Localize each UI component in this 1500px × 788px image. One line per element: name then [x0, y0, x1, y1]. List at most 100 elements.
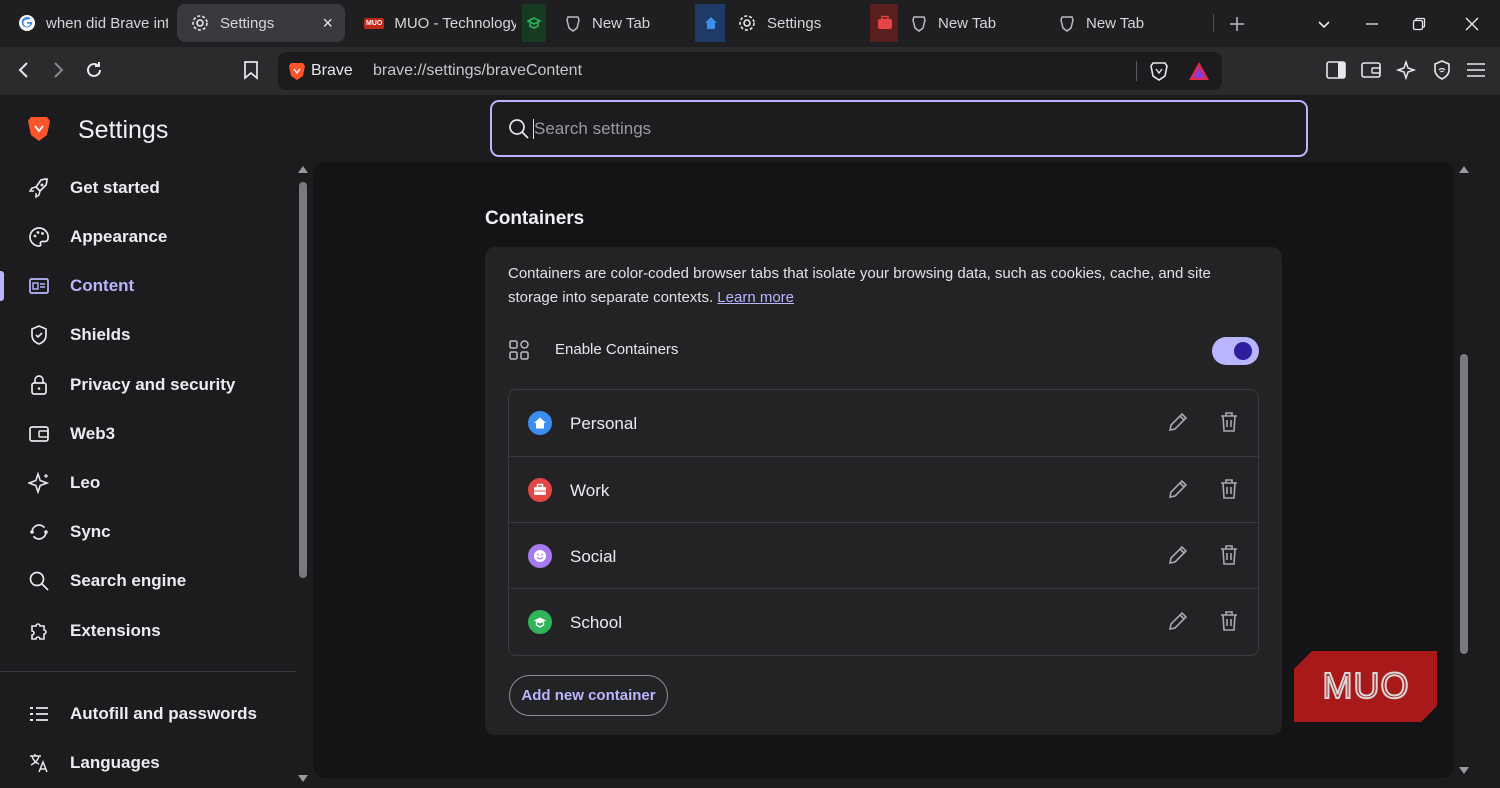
briefcase-icon	[528, 478, 552, 502]
forward-button[interactable]	[44, 56, 72, 84]
containers-list: Personal Work Social School	[508, 389, 1259, 656]
delete-trash-icon[interactable]	[1219, 478, 1239, 500]
leo-icon	[28, 472, 50, 494]
leo-icon	[1396, 60, 1416, 80]
main-scrollbar-thumb[interactable]	[1460, 354, 1468, 654]
scroll-down-arrow-icon[interactable]	[1459, 767, 1469, 774]
reload-button[interactable]	[80, 56, 108, 84]
sidebar-item-label: Autofill and passwords	[70, 704, 258, 723]
tab-muo[interactable]: MUO MUO - Technology	[356, 4, 516, 42]
bookmark-button[interactable]	[237, 56, 265, 84]
tab-new-tab-school[interactable]: New Tab	[522, 4, 690, 42]
section-title: Containers	[485, 208, 585, 229]
sidebar-toggle-button[interactable]	[1322, 56, 1350, 84]
sidebar-item-web3[interactable]: Web3	[0, 414, 296, 454]
sidebar-item-autofill-and-passwords[interactable]: Autofill and passwords	[0, 694, 296, 734]
sidebar-item-shields[interactable]: Shields	[0, 315, 296, 355]
home-icon	[528, 411, 552, 435]
hamburger-menu-icon	[1466, 62, 1486, 78]
sidebar-item-search-engine[interactable]: Search engine	[0, 561, 296, 601]
description-text: Containers are color-coded browser tabs …	[508, 265, 1211, 306]
sidebar-item-leo[interactable]: Leo	[0, 463, 296, 503]
vpn-button[interactable]	[1428, 56, 1456, 84]
delete-trash-icon[interactable]	[1219, 411, 1239, 433]
brave-shields-icon[interactable]	[1150, 61, 1168, 81]
tab-title: MUO - Technology	[394, 14, 516, 32]
tab-settings[interactable]: Settings ×	[177, 4, 345, 42]
container-row-work: Work	[509, 456, 1258, 522]
tab-title: New Tab	[938, 14, 997, 32]
tab-google-search[interactable]: when did Brave int	[8, 4, 168, 42]
address-separator	[1136, 61, 1137, 81]
site-label: Brave	[311, 62, 353, 79]
school-container-indicator	[522, 4, 546, 42]
edit-pencil-icon[interactable]	[1167, 411, 1189, 433]
puzzle-icon	[28, 620, 50, 642]
new-tab-button[interactable]	[1223, 10, 1251, 38]
wallet-button[interactable]	[1357, 56, 1385, 84]
wallet-icon	[1361, 61, 1381, 79]
url-text[interactable]: brave://settings/braveContent	[373, 62, 582, 80]
enable-containers-toggle[interactable]	[1212, 337, 1259, 365]
muo-icon: MUO	[364, 17, 385, 29]
brave-rewards-icon[interactable]	[1188, 61, 1210, 81]
brave-logo-icon	[288, 61, 306, 81]
work-container-indicator	[870, 4, 898, 42]
enable-containers-label: Enable Containers	[555, 341, 679, 358]
back-button[interactable]	[10, 56, 38, 84]
brave-icon	[910, 14, 928, 32]
address-bar[interactable]: Brave brave://settings/braveContent	[278, 52, 1222, 90]
sidebar-item-languages[interactable]: Languages	[0, 743, 296, 783]
edit-pencil-icon[interactable]	[1167, 478, 1189, 500]
sidebar-item-label: Leo	[70, 473, 101, 492]
scroll-down-arrow-icon[interactable]	[298, 775, 308, 782]
sidebar-item-extensions[interactable]: Extensions	[0, 611, 296, 651]
menu-button[interactable]	[1462, 56, 1490, 84]
tab-search-button[interactable]	[1310, 10, 1338, 38]
sidebar-item-privacy-and-security[interactable]: Privacy and security	[0, 365, 296, 405]
sidebar-item-appearance[interactable]: Appearance	[0, 217, 296, 257]
tab-title: when did Brave int	[46, 14, 168, 32]
sidebar-item-sync[interactable]: Sync	[0, 512, 296, 552]
minimize-button[interactable]	[1358, 10, 1386, 38]
container-row-school: School	[509, 588, 1258, 654]
arrow-right-icon	[49, 61, 67, 79]
containers-description: Containers are color-coded browser tabs …	[508, 262, 1248, 310]
sidebar-item-label: Search engine	[70, 571, 187, 590]
sidebar-divider	[0, 671, 296, 672]
tab-settings-personal[interactable]: Settings	[695, 4, 863, 42]
edit-pencil-icon[interactable]	[1167, 610, 1189, 632]
sidebar-item-label: Content	[70, 276, 135, 295]
tab-new-tab-work[interactable]: New Tab	[870, 4, 1038, 42]
leo-ai-button[interactable]	[1392, 56, 1420, 84]
sidebar-item-label: Appearance	[70, 227, 168, 246]
graduation-cap-icon	[528, 610, 552, 634]
page-title: Settings	[78, 116, 169, 144]
delete-trash-icon[interactable]	[1219, 610, 1239, 632]
close-icon[interactable]: ×	[322, 13, 333, 34]
edit-pencil-icon[interactable]	[1167, 544, 1189, 566]
restore-button[interactable]	[1405, 10, 1433, 38]
close-window-button[interactable]	[1458, 10, 1486, 38]
scroll-up-arrow-icon[interactable]	[1459, 166, 1469, 173]
tab-new-tab[interactable]: New Tab	[1050, 4, 1210, 42]
container-name: Work	[570, 481, 610, 500]
brave-logo-icon	[27, 115, 51, 143]
learn-more-link[interactable]: Learn more	[717, 289, 794, 306]
bookmark-icon	[243, 60, 259, 80]
sidebar-item-label: Web3	[70, 424, 116, 443]
shield-icon	[28, 324, 50, 346]
sidebar-item-get-started[interactable]: Get started	[0, 168, 296, 208]
wallet-icon	[28, 423, 50, 445]
lock-icon	[28, 374, 50, 396]
search-input[interactable]	[534, 116, 1234, 142]
active-indicator	[0, 271, 4, 301]
scroll-up-arrow-icon[interactable]	[298, 166, 308, 173]
delete-trash-icon[interactable]	[1219, 544, 1239, 566]
sidebar-item-content[interactable]: Content	[0, 266, 296, 306]
brave-icon	[1058, 14, 1076, 32]
add-new-container-button[interactable]: Add new container	[509, 675, 668, 716]
sidebar-item-label: Extensions	[70, 621, 161, 640]
reload-icon	[84, 60, 104, 80]
sidebar-scrollbar-thumb[interactable]	[299, 182, 307, 578]
